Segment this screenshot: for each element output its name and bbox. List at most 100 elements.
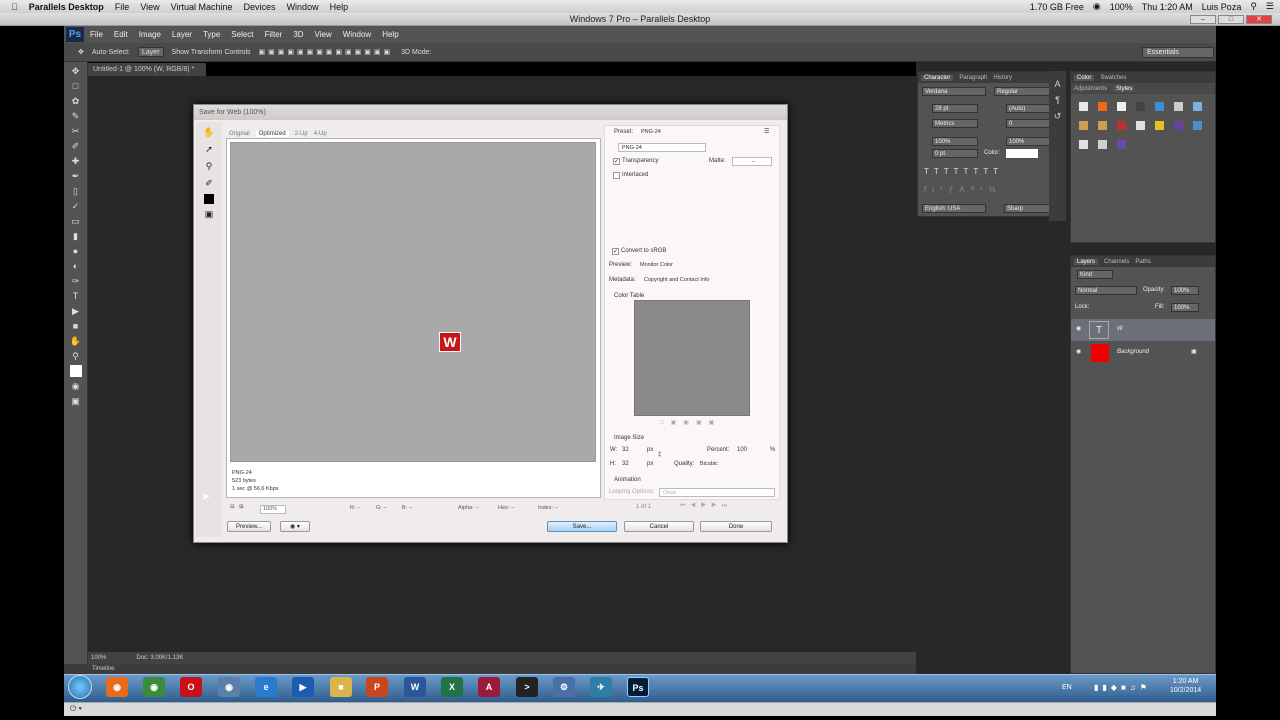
quick-mask-icon[interactable]: ◉ bbox=[70, 380, 82, 392]
layer-row[interactable]: ◉ T W bbox=[1071, 319, 1215, 341]
zoom-level[interactable]: 100% bbox=[91, 655, 106, 661]
preset-select[interactable]: PNG-24 bbox=[638, 128, 724, 137]
move-tool-icon[interactable]: ✥ bbox=[78, 48, 84, 56]
opentype-icons[interactable]: fiᶜƒAᴬ¹½ bbox=[924, 185, 1002, 194]
paragraph-icon[interactable]: ¶ bbox=[1049, 95, 1066, 105]
height-field[interactable]: 32 bbox=[622, 461, 629, 467]
color-table[interactable] bbox=[634, 300, 750, 416]
style-swatch[interactable] bbox=[1079, 102, 1088, 111]
tab-character[interactable]: Character bbox=[921, 74, 954, 81]
maximize-button[interactable]: □ bbox=[1218, 15, 1244, 24]
style-swatch[interactable] bbox=[1155, 121, 1164, 130]
style-swatch[interactable] bbox=[1098, 121, 1107, 130]
slice-select-icon[interactable]: ➚ bbox=[203, 143, 216, 156]
show-transform-checkbox[interactable]: Show Transform Controls bbox=[172, 49, 251, 56]
zoom-plus-icon[interactable]: ⊞ bbox=[239, 504, 244, 510]
transparency-checkbox[interactable]: ✓ bbox=[613, 158, 620, 165]
media-player-icon[interactable]: ▶ bbox=[292, 677, 314, 697]
font-size-field[interactable]: 28 pt bbox=[932, 104, 978, 113]
tab-optimized[interactable]: Optimized bbox=[255, 130, 289, 137]
tab-color[interactable]: Color bbox=[1074, 74, 1095, 81]
vertical-scale-field[interactable]: 100% bbox=[932, 137, 978, 146]
tab-4-up[interactable]: 4-Up bbox=[314, 131, 327, 137]
width-field[interactable]: 32 bbox=[622, 447, 629, 453]
type-tool-icon[interactable]: T bbox=[70, 290, 82, 302]
taskbar-clock[interactable]: 1:20 AM 10/2/2014 bbox=[1170, 677, 1201, 695]
quality-select[interactable]: Bicubic bbox=[697, 460, 775, 469]
tool-icon[interactable]: ⚙ bbox=[553, 677, 575, 697]
workspace-switcher[interactable]: Essentials bbox=[1142, 47, 1214, 58]
battery-level[interactable]: 100% bbox=[1110, 2, 1133, 12]
menu-virtual-machine[interactable]: Virtual Machine bbox=[171, 2, 233, 12]
fill-field[interactable]: 100% bbox=[1171, 303, 1199, 312]
history-icon[interactable]: ↺ bbox=[1049, 111, 1066, 122]
layer-row[interactable]: ◉ Background ▣ bbox=[1071, 342, 1215, 364]
crop-tool-icon[interactable]: ✂ bbox=[70, 125, 82, 137]
brush-tool-icon[interactable]: ✒ bbox=[70, 170, 82, 182]
type-style-icons[interactable]: TTTTTTTT bbox=[924, 167, 1003, 176]
word-icon[interactable]: W bbox=[404, 677, 426, 697]
explorer-icon[interactable]: ■ bbox=[330, 677, 352, 697]
quick-select-tool-icon[interactable]: ✎ bbox=[70, 110, 82, 122]
shape-tool-icon[interactable]: ■ bbox=[70, 320, 82, 332]
mac-clock[interactable]: Thu 1:20 AM bbox=[1142, 2, 1193, 12]
cancel-button[interactable]: Cancel bbox=[624, 521, 694, 532]
eye-icon[interactable]: ◉ bbox=[1076, 325, 1081, 332]
power-icon[interactable]: ⏻ ▾ bbox=[70, 704, 82, 714]
format-select[interactable]: PNG-24 bbox=[618, 143, 706, 152]
lasso-tool-icon[interactable]: ✿ bbox=[70, 95, 82, 107]
color-table-icons[interactable]: □▣▣▣▣ bbox=[660, 419, 721, 426]
preview-zoom-select[interactable]: 100% bbox=[260, 505, 286, 514]
cmd-icon[interactable]: > bbox=[516, 677, 538, 697]
dialog-menu-icon[interactable]: ☰ bbox=[764, 128, 769, 135]
toggle-slices-icon[interactable]: ▣ bbox=[203, 208, 216, 221]
style-swatch[interactable] bbox=[1098, 140, 1107, 149]
wifi-icon[interactable]: ◉ bbox=[1093, 1, 1101, 12]
tab-paragraph[interactable]: Paragraph bbox=[959, 75, 987, 81]
baseline-field[interactable]: 0 pt bbox=[932, 149, 978, 158]
convert-srgb-checkbox[interactable]: ✓ bbox=[612, 248, 619, 255]
ie-icon[interactable]: e bbox=[255, 677, 277, 697]
text-color-swatch[interactable] bbox=[1006, 149, 1038, 158]
animation-controls[interactable]: ⏮◀▶▶⏭ bbox=[680, 503, 732, 510]
photoshop-taskbar-icon[interactable]: Ps bbox=[627, 677, 649, 697]
menu-view[interactable]: View bbox=[140, 2, 159, 12]
move-tool-icon[interactable]: ✥ bbox=[70, 65, 82, 77]
eyedropper-tool-icon[interactable]: ✐ bbox=[203, 177, 216, 190]
ps-menu-window[interactable]: Window bbox=[343, 30, 371, 39]
color-swatches-icon[interactable] bbox=[69, 365, 82, 377]
info-download[interactable]: 1 sec @ 56.6 Kbps bbox=[232, 485, 279, 493]
style-swatch[interactable] bbox=[1079, 140, 1088, 149]
eyedropper-color-icon[interactable] bbox=[204, 194, 214, 204]
document-tab[interactable]: Untitled-1 @ 100% (W, RGB/8) * bbox=[88, 63, 206, 76]
preview-canvas[interactable]: W bbox=[230, 142, 596, 462]
style-swatch[interactable] bbox=[1193, 102, 1202, 111]
chrome-icon[interactable]: ◉ bbox=[143, 677, 165, 697]
zoom-tool-icon[interactable]: ⚲ bbox=[70, 350, 82, 362]
hand-tool-icon[interactable]: ✋ bbox=[70, 335, 82, 347]
language-select[interactable]: English: USA bbox=[922, 204, 986, 213]
remote-icon[interactable]: ✈ bbox=[590, 677, 612, 697]
tab-layers[interactable]: Layers bbox=[1074, 258, 1099, 265]
style-swatch[interactable] bbox=[1079, 121, 1088, 130]
user-name[interactable]: Luis Poza bbox=[1202, 2, 1242, 12]
style-swatch[interactable] bbox=[1174, 102, 1183, 111]
link-icon[interactable]: ‡ bbox=[658, 452, 661, 458]
ps-menu-file[interactable]: File bbox=[90, 30, 103, 39]
zoom-tool-icon[interactable]: ⚲ bbox=[203, 160, 216, 173]
healing-tool-icon[interactable]: ✚ bbox=[70, 155, 82, 167]
list-icon[interactable]: ☰ bbox=[1266, 1, 1274, 12]
tab-swatches[interactable]: Swatches bbox=[1100, 75, 1126, 81]
opacity-field[interactable]: 100% bbox=[1171, 286, 1199, 295]
save-button[interactable]: Save... bbox=[547, 521, 617, 532]
dodge-tool-icon[interactable]: ◐ bbox=[70, 260, 82, 272]
preview-button[interactable]: Preview... bbox=[227, 521, 271, 532]
opera-icon[interactable]: O bbox=[180, 677, 202, 697]
ps-menu-view[interactable]: View bbox=[315, 30, 332, 39]
firefox-icon[interactable]: ◉ bbox=[106, 677, 128, 697]
style-swatch[interactable] bbox=[1174, 121, 1183, 130]
doc-size[interactable]: Doc: 3.00K/1.13K bbox=[136, 655, 183, 661]
align-icons[interactable]: ▣▣▣▣▣▣▣▣▣▣▣▣▣▣ bbox=[259, 48, 394, 56]
tab-original[interactable]: Original bbox=[229, 131, 250, 137]
style-swatch[interactable] bbox=[1136, 102, 1145, 111]
